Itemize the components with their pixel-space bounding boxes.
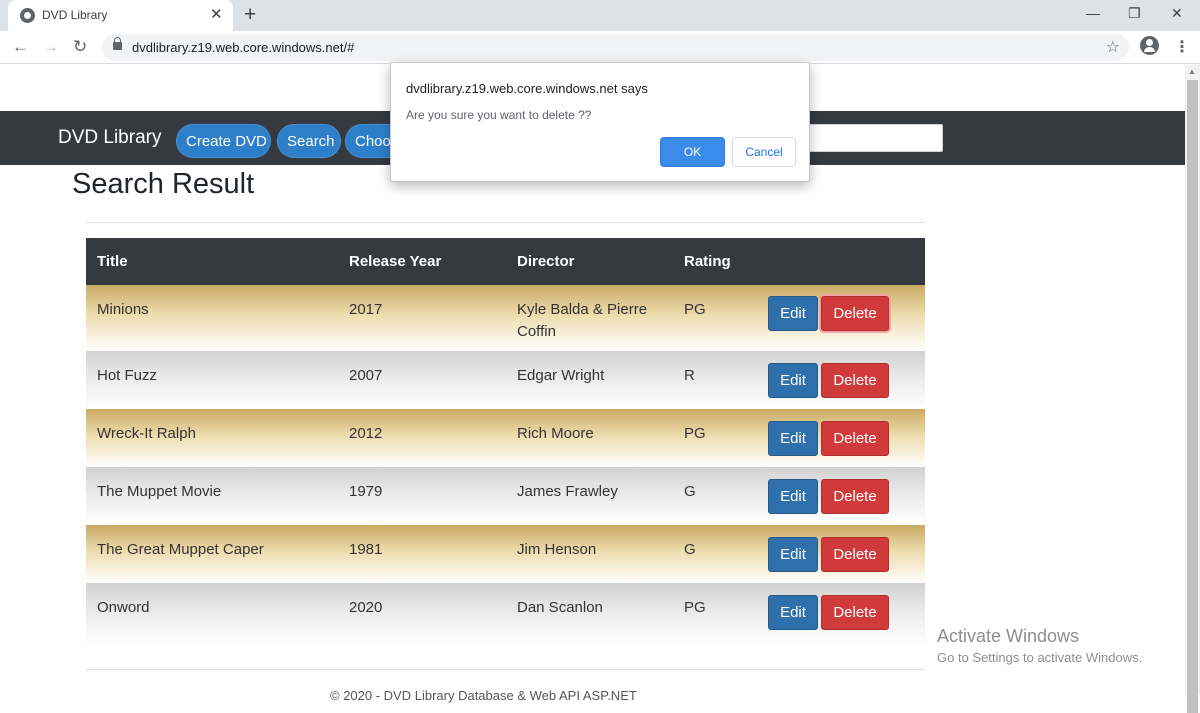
edit-button[interactable]: Edit [768,363,818,398]
delete-button[interactable]: Delete [821,595,889,630]
watermark-title: Activate Windows [937,626,1080,646]
header-title: Title [97,253,128,270]
minimize-icon[interactable]: — [1086,5,1100,21]
cell-title: Wreck-It Ralph [97,425,196,442]
profile-icon[interactable] [1140,36,1159,55]
tab-strip: DVD Library ✕ + — ❐ ✕ [0,0,1200,31]
footer-divider [86,669,925,670]
cell-year: 2020 [349,599,383,616]
table-row: Onword 2020 Dan Scanlon PG Edit Delete [86,583,925,645]
globe-icon [20,8,35,23]
dialog-cancel-button[interactable]: Cancel [732,137,796,167]
reload-icon[interactable]: ↻ [73,37,87,57]
table-row: The Muppet Movie 1979 James Frawley G Ed… [86,467,925,525]
new-tab-button[interactable]: + [244,3,256,27]
edit-button[interactable]: Edit [768,479,818,514]
edit-button[interactable]: Edit [768,421,818,456]
delete-button[interactable]: Delete [821,363,889,398]
edit-button[interactable]: Edit [768,595,818,630]
windows-activation-watermark: Activate Windows Go to Settings to activ… [937,626,1142,665]
cell-title: Minions [97,301,149,318]
nav-create-dvd-button[interactable]: Create DVD [176,124,271,158]
watermark-subtitle: Go to Settings to activate Windows. [937,650,1143,665]
cell-rating: PG [684,301,706,318]
table-row: Minions 2017 Kyle Balda & Pierre Coffin … [86,285,925,351]
results-table: Title Release Year Director Rating Minio… [86,238,925,645]
header-release-year: Release Year [349,253,442,270]
cell-year: 2017 [349,301,383,318]
cell-year: 2007 [349,367,383,384]
delete-button[interactable]: Delete [821,537,889,572]
cell-director: Rich Moore [517,425,594,442]
window-close-icon[interactable]: ✕ [1171,5,1183,22]
cell-title: The Muppet Movie [97,483,222,500]
forward-icon[interactable]: → [42,37,59,57]
delete-button[interactable]: Delete [821,479,889,514]
confirm-dialog: dvdlibrary.z19.web.core.windows.net says… [390,62,810,182]
dialog-ok-button[interactable]: OK [660,137,725,167]
edit-button[interactable]: Edit [768,537,818,572]
cell-year: 1979 [349,483,383,500]
nav-search-input[interactable] [808,124,943,152]
dialog-message: Are you sure you want to delete ?? [406,108,592,122]
scroll-up-arrow-icon[interactable]: ▲ [1188,67,1196,76]
header-director: Director [517,253,575,270]
address-bar[interactable]: dvdlibrary.z19.web.core.windows.net/# ☆ [102,34,1129,61]
cell-year: 1981 [349,541,383,558]
lock-icon [113,37,122,50]
cell-director: Jim Henson [517,541,597,558]
tab-title: DVD Library [42,8,108,22]
cell-title: Hot Fuzz [97,367,158,384]
back-icon[interactable]: ← [12,37,29,57]
browser-tab[interactable]: DVD Library ✕ [8,0,233,31]
page-title: Search Result [72,168,255,200]
footer-text: © 2020 - DVD Library Database & Web API … [330,688,637,703]
url-text[interactable]: dvdlibrary.z19.web.core.windows.net/# [132,40,354,55]
cell-title: Onword [97,599,150,616]
cell-rating: PG [684,425,706,442]
edit-button[interactable]: Edit [768,296,818,331]
dialog-title: dvdlibrary.z19.web.core.windows.net says [406,81,648,96]
browser-toolbar: ← → ↻ dvdlibrary.z19.web.core.windows.ne… [0,31,1200,64]
brand-title[interactable]: DVD Library [58,127,161,149]
cell-director: Kyle Balda & Pierre Coffin [517,301,648,340]
table-header: Title Release Year Director Rating [86,238,925,285]
cell-rating: PG [684,599,706,616]
bookmark-star-icon[interactable]: ☆ [1106,37,1120,57]
cell-year: 2012 [349,425,383,442]
restore-icon[interactable]: ❐ [1128,5,1141,22]
header-rating: Rating [684,253,731,270]
table-row: Hot Fuzz 2007 Edgar Wright R Edit Delete [86,351,925,409]
delete-button[interactable]: Delete [821,296,889,331]
browser-menu-icon[interactable]: ⋮ [1174,37,1190,57]
cell-rating: R [684,367,695,384]
scroll-thumb[interactable] [1187,80,1198,713]
cell-director: Dan Scanlon [517,599,603,616]
page-scrollbar[interactable]: ▲ [1185,65,1200,713]
cell-title: The Great Muppet Caper [97,541,264,558]
delete-button[interactable]: Delete [821,421,889,456]
cell-director: Edgar Wright [517,367,605,384]
tab-close-icon[interactable]: ✕ [210,5,223,23]
table-row: The Great Muppet Caper 1981 Jim Henson G… [86,525,925,583]
table-row: Wreck-It Ralph 2012 Rich Moore PG Edit D… [86,409,925,467]
divider [86,222,925,223]
cell-rating: G [684,541,696,558]
cell-rating: G [684,483,696,500]
cell-director: James Frawley [517,483,618,500]
nav-search-button[interactable]: Search [277,124,341,158]
